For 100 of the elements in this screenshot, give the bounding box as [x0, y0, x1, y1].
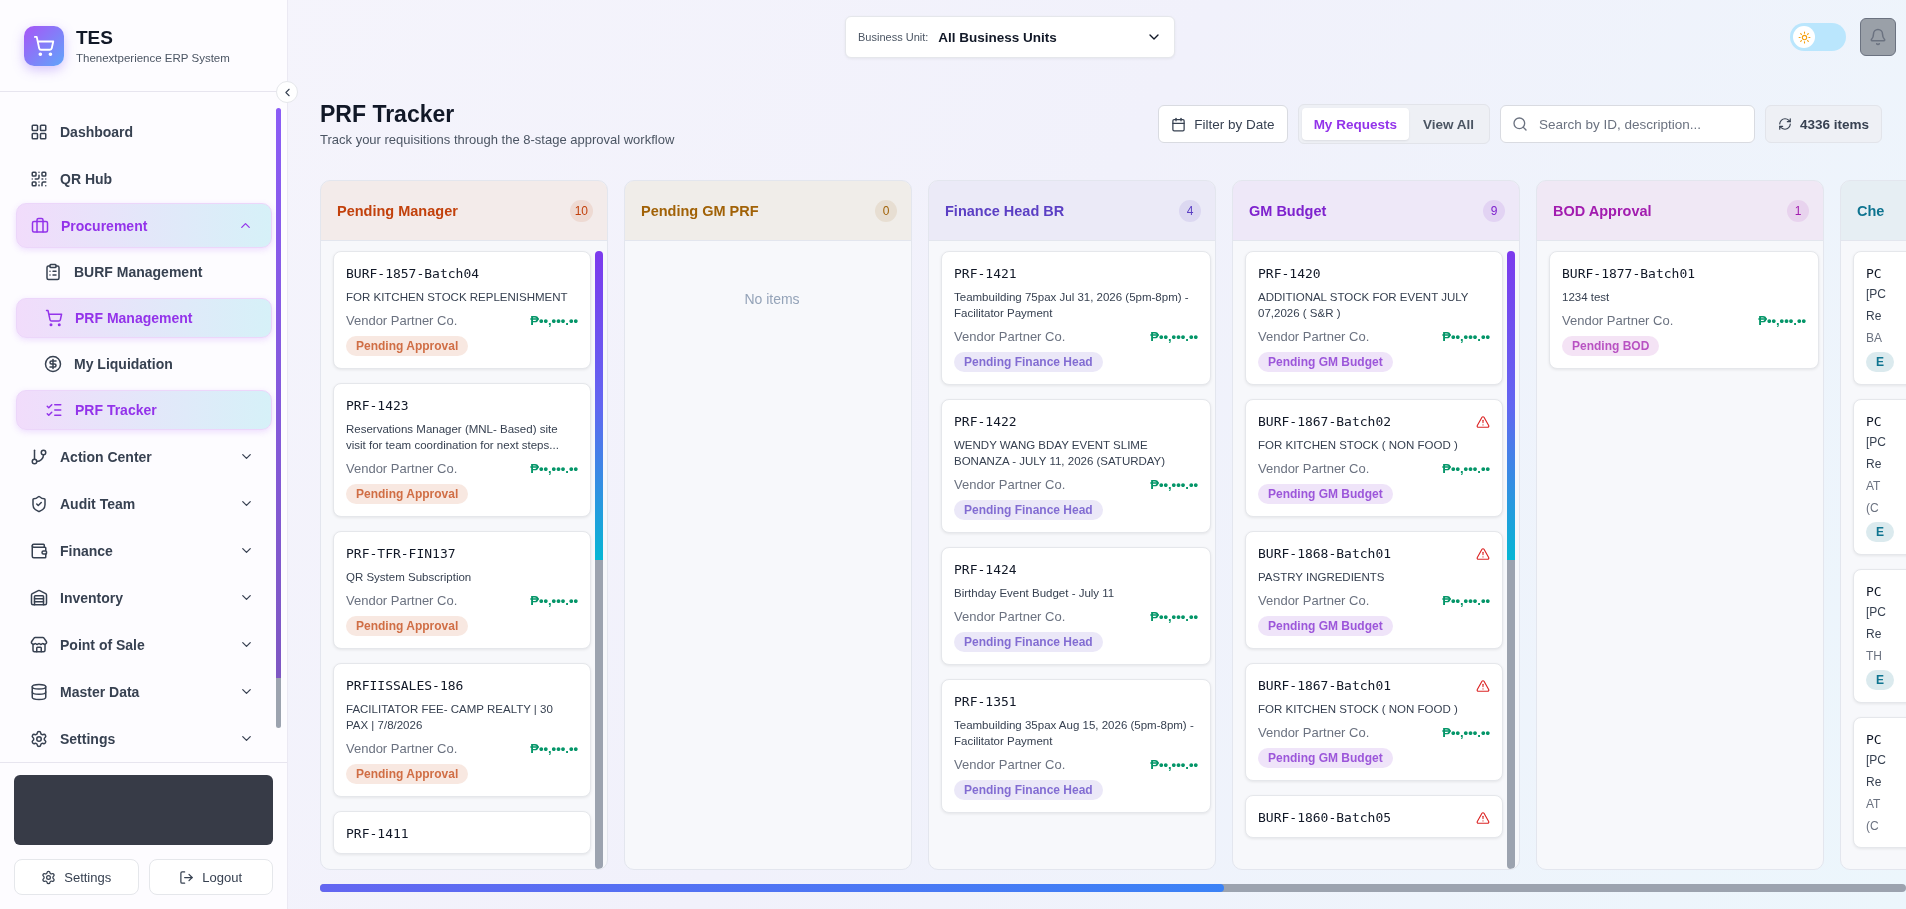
nav-item[interactable]: Dashboard — [16, 109, 272, 154]
request-card[interactable]: PRF-1351 Teambuilding 35pax Aug 15, 2026 (5pm-8pm) - Facilitator Payment Vendor Partner Co. ₱••,•••.•• Pending Finance Head — [941, 679, 1211, 813]
scrollbar[interactable] — [595, 251, 603, 869]
request-card[interactable]: PC [PC Re BA E — [1853, 251, 1906, 385]
card-id: PRF-1424 — [954, 562, 1017, 577]
nav-item[interactable]: Inventory — [16, 575, 272, 620]
card-description: Re — [1866, 626, 1883, 643]
card-vendor: Vendor Partner Co. — [346, 741, 458, 756]
collapse-sidebar-button[interactable] — [276, 81, 298, 103]
request-card[interactable]: PRF-1422 WENDY WANG BDAY EVENT SLIME BONANZA - JULY 11, 2026 (SATURDAY) Vendor Partner Co. ₱••,•••.•• Pending Finance Head — [941, 399, 1211, 533]
nav-icon — [30, 682, 48, 701]
theme-toggle[interactable] — [1790, 23, 1846, 51]
request-card[interactable]: PC [PC Re AT (C — [1853, 717, 1906, 848]
card-id: PC — [1866, 732, 1883, 747]
request-card[interactable]: BURF-1860-Batch05 — [1245, 795, 1503, 838]
scrollbar[interactable] — [276, 108, 281, 728]
request-card[interactable]: PRF-1424 Birthday Event Budget - July 11 Vendor Partner Co. ₱••,•••.•• Pending Finance Head — [941, 547, 1211, 665]
column-count: 1 — [1787, 199, 1809, 222]
view-tab[interactable]: My Requests — [1301, 108, 1409, 140]
nav-icon — [30, 122, 48, 141]
card-description: Birthday Event Budget - July 11 — [954, 586, 1116, 601]
card-vendor: Vendor Partner Co. — [346, 593, 458, 608]
card-vendor: AT — [1866, 478, 1882, 495]
card-id: PRF-1420 — [1258, 266, 1321, 281]
status-badge: Pending GM Budget — [1258, 616, 1393, 636]
page-title: PRF Tracker — [320, 101, 456, 128]
nav-item[interactable]: Point of Sale — [16, 622, 272, 667]
card-amount: ₱••,•••.•• — [1150, 757, 1198, 772]
status-badge: Pending BOD — [1562, 336, 1660, 356]
card-amount: ₱••,•••.•• — [530, 461, 578, 476]
nav-item[interactable]: PRF Tracker — [16, 390, 272, 430]
card-id: PRF-1422 — [954, 414, 1017, 429]
search-field[interactable]: Search by ID, description... — [1499, 105, 1755, 143]
nav-icon — [45, 309, 63, 327]
nav-item[interactable]: My Liquidation — [16, 344, 272, 384]
request-card[interactable]: PRF-TFR-FIN137 QR System Subscription Vendor Partner Co. ₱••,•••.•• Pending Approval — [333, 531, 591, 649]
card-vendor: Vendor Partner Co. — [346, 461, 458, 476]
card-description: FOR KITCHEN STOCK ( NON FOOD ) — [1258, 702, 1459, 717]
brand-name: TES — [76, 27, 114, 49]
nav-item[interactable]: QR Hub — [16, 156, 272, 201]
card-description: WENDY WANG BDAY EVENT SLIME BONANZA - JULY 11, 2026 (SATURDAY) — [954, 438, 1167, 469]
nav-item[interactable]: Settings — [16, 716, 272, 761]
request-card[interactable]: PRF-1411 — [333, 811, 591, 854]
request-card[interactable]: BURF-1857-Batch04 FOR KITCHEN STOCK REPLENISHMENT Vendor Partner Co. ₱••,•••.•• Pending Approval — [333, 251, 591, 369]
column-title: GM Budget — [1249, 202, 1327, 219]
refresh-icon — [1777, 117, 1792, 131]
card-description: Re — [1866, 774, 1883, 791]
business-unit-select[interactable]: Business Unit: All Business Units — [845, 16, 1175, 58]
card-description: FOR KITCHEN STOCK REPLENISHMENT — [346, 290, 569, 305]
card-description: ADDITIONAL STOCK FOR EVENT JULY 07,2026 ( S&R ) — [1258, 290, 1470, 321]
request-card[interactable]: BURF-1877-Batch01 1234 test Vendor Partner Co. ₱••,•••.•• Pending BOD — [1549, 251, 1819, 369]
settings-button[interactable]: Settings — [14, 859, 139, 895]
view-tab[interactable]: View All — [1410, 108, 1486, 140]
nav-item[interactable]: Procurement — [16, 203, 272, 248]
status-badge: Pending Approval — [346, 616, 469, 636]
request-card[interactable]: PC [PC Re TH E — [1853, 569, 1906, 703]
nav-item[interactable]: Action Center — [16, 434, 272, 479]
nav-icon — [30, 635, 48, 654]
nav-icon — [30, 494, 48, 513]
request-card[interactable]: PRF-1423 Reservations Manager (MNL- Based) site visit for team coordination for next steps... Vendor Partner Co. ₱••,•••.•• Pending Approval — [333, 383, 591, 517]
request-card[interactable]: PRF-1420 ADDITIONAL STOCK FOR EVENT JULY 07,2026 ( S&R ) Vendor Partner Co. ₱••,•••.•• Pending GM Budget — [1245, 251, 1503, 385]
card-amount: ₱••,•••.•• — [530, 593, 578, 608]
card-vendor: BA — [1866, 330, 1883, 347]
logout-button[interactable]: Logout — [148, 859, 273, 895]
nav-item[interactable]: Master Data — [16, 669, 272, 714]
nav-item[interactable]: PRF Management — [16, 298, 272, 338]
filter-by-date-button[interactable]: Filter by Date — [1158, 105, 1288, 143]
nav-item[interactable]: Audit Team — [16, 481, 272, 526]
scrollbar[interactable] — [1507, 251, 1515, 869]
nav-item[interactable]: Finance — [16, 528, 272, 573]
request-card[interactable]: BURF-1868-Batch01 PASTRY INGREDIENTS Vendor Partner Co. ₱••,•••.•• Pending GM Budget — [1245, 531, 1503, 649]
calendar-icon — [1171, 116, 1187, 132]
horizontal-scrollbar[interactable] — [320, 884, 1906, 892]
card-description: Teambuilding 35pax Aug 15, 2026 (5pm-8pm) - Facilitator Payment — [954, 718, 1195, 749]
nav-item[interactable]: BURF Management — [16, 252, 272, 292]
column-count: 9 — [1483, 199, 1505, 222]
settings-icon — [41, 869, 57, 885]
card-amount: ₱••,•••.•• — [530, 741, 578, 756]
card-amount: ₱••,•••.•• — [1442, 329, 1490, 344]
request-card[interactable]: PRFIISSALES-186 FACILITATOR FEE- CAMP REALTY | 30 PAX | 7/8/2026 Vendor Partner Co. ₱••,•••.•• Pending Approval — [333, 663, 591, 797]
card-description: PASTRY INGREDIENTS — [1258, 570, 1386, 585]
request-card[interactable]: BURF-1867-Batch01 FOR KITCHEN STOCK ( NON FOOD ) Vendor Partner Co. ₱••,•••.•• Pending GM Budget — [1245, 663, 1503, 781]
notifications-button[interactable] — [1860, 18, 1896, 56]
column-count: 10 — [569, 199, 593, 222]
card-id: BURF-1857-Batch04 — [346, 266, 480, 281]
status-badge: Pending Approval — [346, 484, 469, 504]
request-card[interactable]: PC [PC Re AT (C E — [1853, 399, 1906, 555]
cart-logo-icon — [24, 25, 64, 66]
card-id: PC — [1866, 584, 1883, 599]
card-amount: ₱••,•••.•• — [1442, 725, 1490, 740]
card-vendor: AT — [1866, 796, 1882, 813]
request-card[interactable]: BURF-1867-Batch02 FOR KITCHEN STOCK ( NON FOOD ) Vendor Partner Co. ₱••,•••.•• Pending GM Budget — [1245, 399, 1503, 517]
card-vendor: Vendor Partner Co. — [1562, 313, 1674, 328]
sun-icon — [1797, 30, 1811, 44]
status-badge: Pending Finance Head — [954, 632, 1103, 652]
card-description: [PC — [1866, 286, 1887, 303]
nav-icon — [44, 263, 62, 281]
card-description: Re — [1866, 456, 1883, 473]
request-card[interactable]: PRF-1421 Teambuilding 75pax Jul 31, 2026 (5pm-8pm) - Facilitator Payment Vendor Partner Co. ₱••,•••.•• Pending Finance Head — [941, 251, 1211, 385]
column-count: 4 — [1179, 199, 1201, 222]
